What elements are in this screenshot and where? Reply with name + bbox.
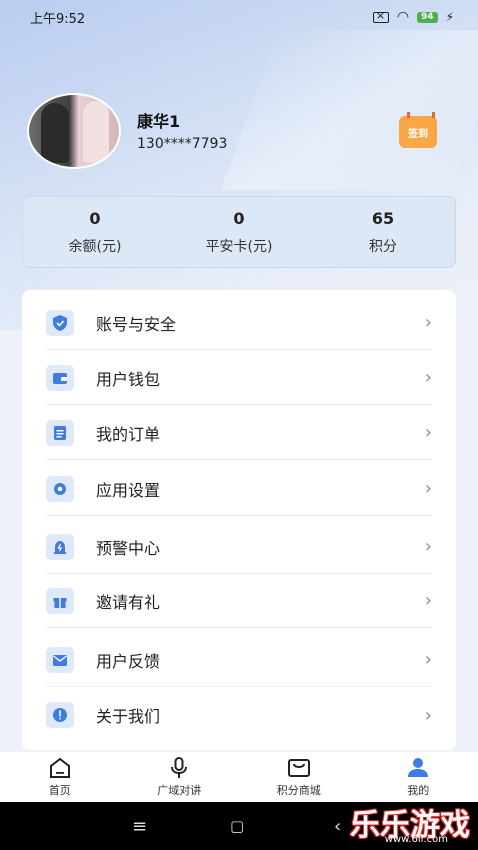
home-icon [49,757,70,778]
menu-label: 账号与安全 [96,314,177,334]
tab-points-mall[interactable]: 积分商城 [239,752,359,802]
tab-mine[interactable]: 我的 [359,752,478,802]
checkin-button[interactable]: 签到 [399,112,437,148]
menu-label: 关于我们 [96,707,161,726]
menu-item-alert-center[interactable]: 预警中心 › [46,520,432,574]
order-icon [46,419,74,446]
chevron-right-icon: › [424,312,432,333]
tab-label: 我的 [407,783,430,797]
status-icons: ◠ 94 ⚡ [372,9,454,25]
stat-label: 积分 [369,238,397,255]
alert-icon [46,533,74,560]
stat-value: 0 [233,208,245,228]
sim-icon [372,9,389,23]
menu-label: 我的订单 [96,424,161,444]
stat-balance[interactable]: 0 余额(元) [23,197,167,267]
wallet-icon [46,364,74,391]
menu-label: 邀请有礼 [96,592,161,612]
stats-card: 0 余额(元) 0 平安卡(元) 65 积分 [22,196,456,268]
mall-icon [287,758,310,777]
menu-item-account-security[interactable]: 账号与安全 › [46,296,432,350]
gear-icon [46,475,74,502]
feedback-icon [46,646,74,673]
menu-icon[interactable]: ≡ [132,816,147,837]
phone-number: 130****7793 [137,136,228,152]
chevron-right-icon: › [424,536,432,557]
stat-value: 0 [89,208,101,228]
menu-label: 预警中心 [96,538,161,558]
shield-icon [46,309,74,336]
user-icon [408,757,429,777]
menu-item-orders[interactable]: 我的订单 › [46,406,432,460]
status-bar: 上午9:52 ◠ 94 ⚡ [0,0,478,34]
watermark-url: www.6ll.com [384,834,448,845]
chevron-right-icon: › [424,649,432,670]
menu-label: 用户反馈 [96,651,161,671]
chevron-right-icon: › [424,704,432,726]
gift-icon [46,587,74,614]
tab-intercom[interactable]: 广域对讲 [120,752,240,802]
menu-item-feedback[interactable]: 用户反馈 › [46,633,432,687]
mic-icon [171,756,188,778]
bottom-tab-bar: 首页 广域对讲 积分商城 我的 [0,752,478,802]
tab-label: 首页 [48,783,71,797]
charging-icon: ⚡ [445,10,454,24]
back-icon[interactable]: ‹ [334,816,341,837]
chevron-right-icon: › [424,478,432,499]
battery-icon: 94 [417,11,438,23]
avatar[interactable] [27,93,121,169]
chevron-right-icon: › [424,590,432,611]
stat-points[interactable]: 65 积分 [311,197,455,267]
menu-item-app-settings[interactable]: 应用设置 › [46,462,432,516]
wifi-icon: ◠ [396,9,410,25]
info-icon [46,702,74,728]
home-button-icon[interactable]: ▢ [230,817,244,835]
menu-label: 用户钱包 [96,369,161,389]
chevron-right-icon: › [424,422,432,443]
settings-menu: 账号与安全 › 用户钱包 › 我的订单 › 应用设置 › 预警中心 › 邀请有礼 [22,290,456,750]
chevron-right-icon: › [424,367,432,388]
stat-label: 平安卡(元) [205,238,273,255]
menu-label: 应用设置 [96,480,161,500]
stat-label: 余额(元) [68,238,122,255]
tab-label: 广域对讲 [157,783,202,797]
menu-item-wallet[interactable]: 用户钱包 › [46,351,432,405]
stat-safety-card[interactable]: 0 平安卡(元) [167,197,311,267]
tab-home[interactable]: 首页 [0,752,120,802]
menu-item-about[interactable]: 关于我们 › [46,688,432,742]
menu-item-invite[interactable]: 邀请有礼 › [46,574,432,628]
tab-label: 积分商城 [276,783,321,797]
status-time: 上午9:52 [30,11,86,27]
username: 康华1 [137,112,181,131]
stat-value: 65 [371,208,395,228]
